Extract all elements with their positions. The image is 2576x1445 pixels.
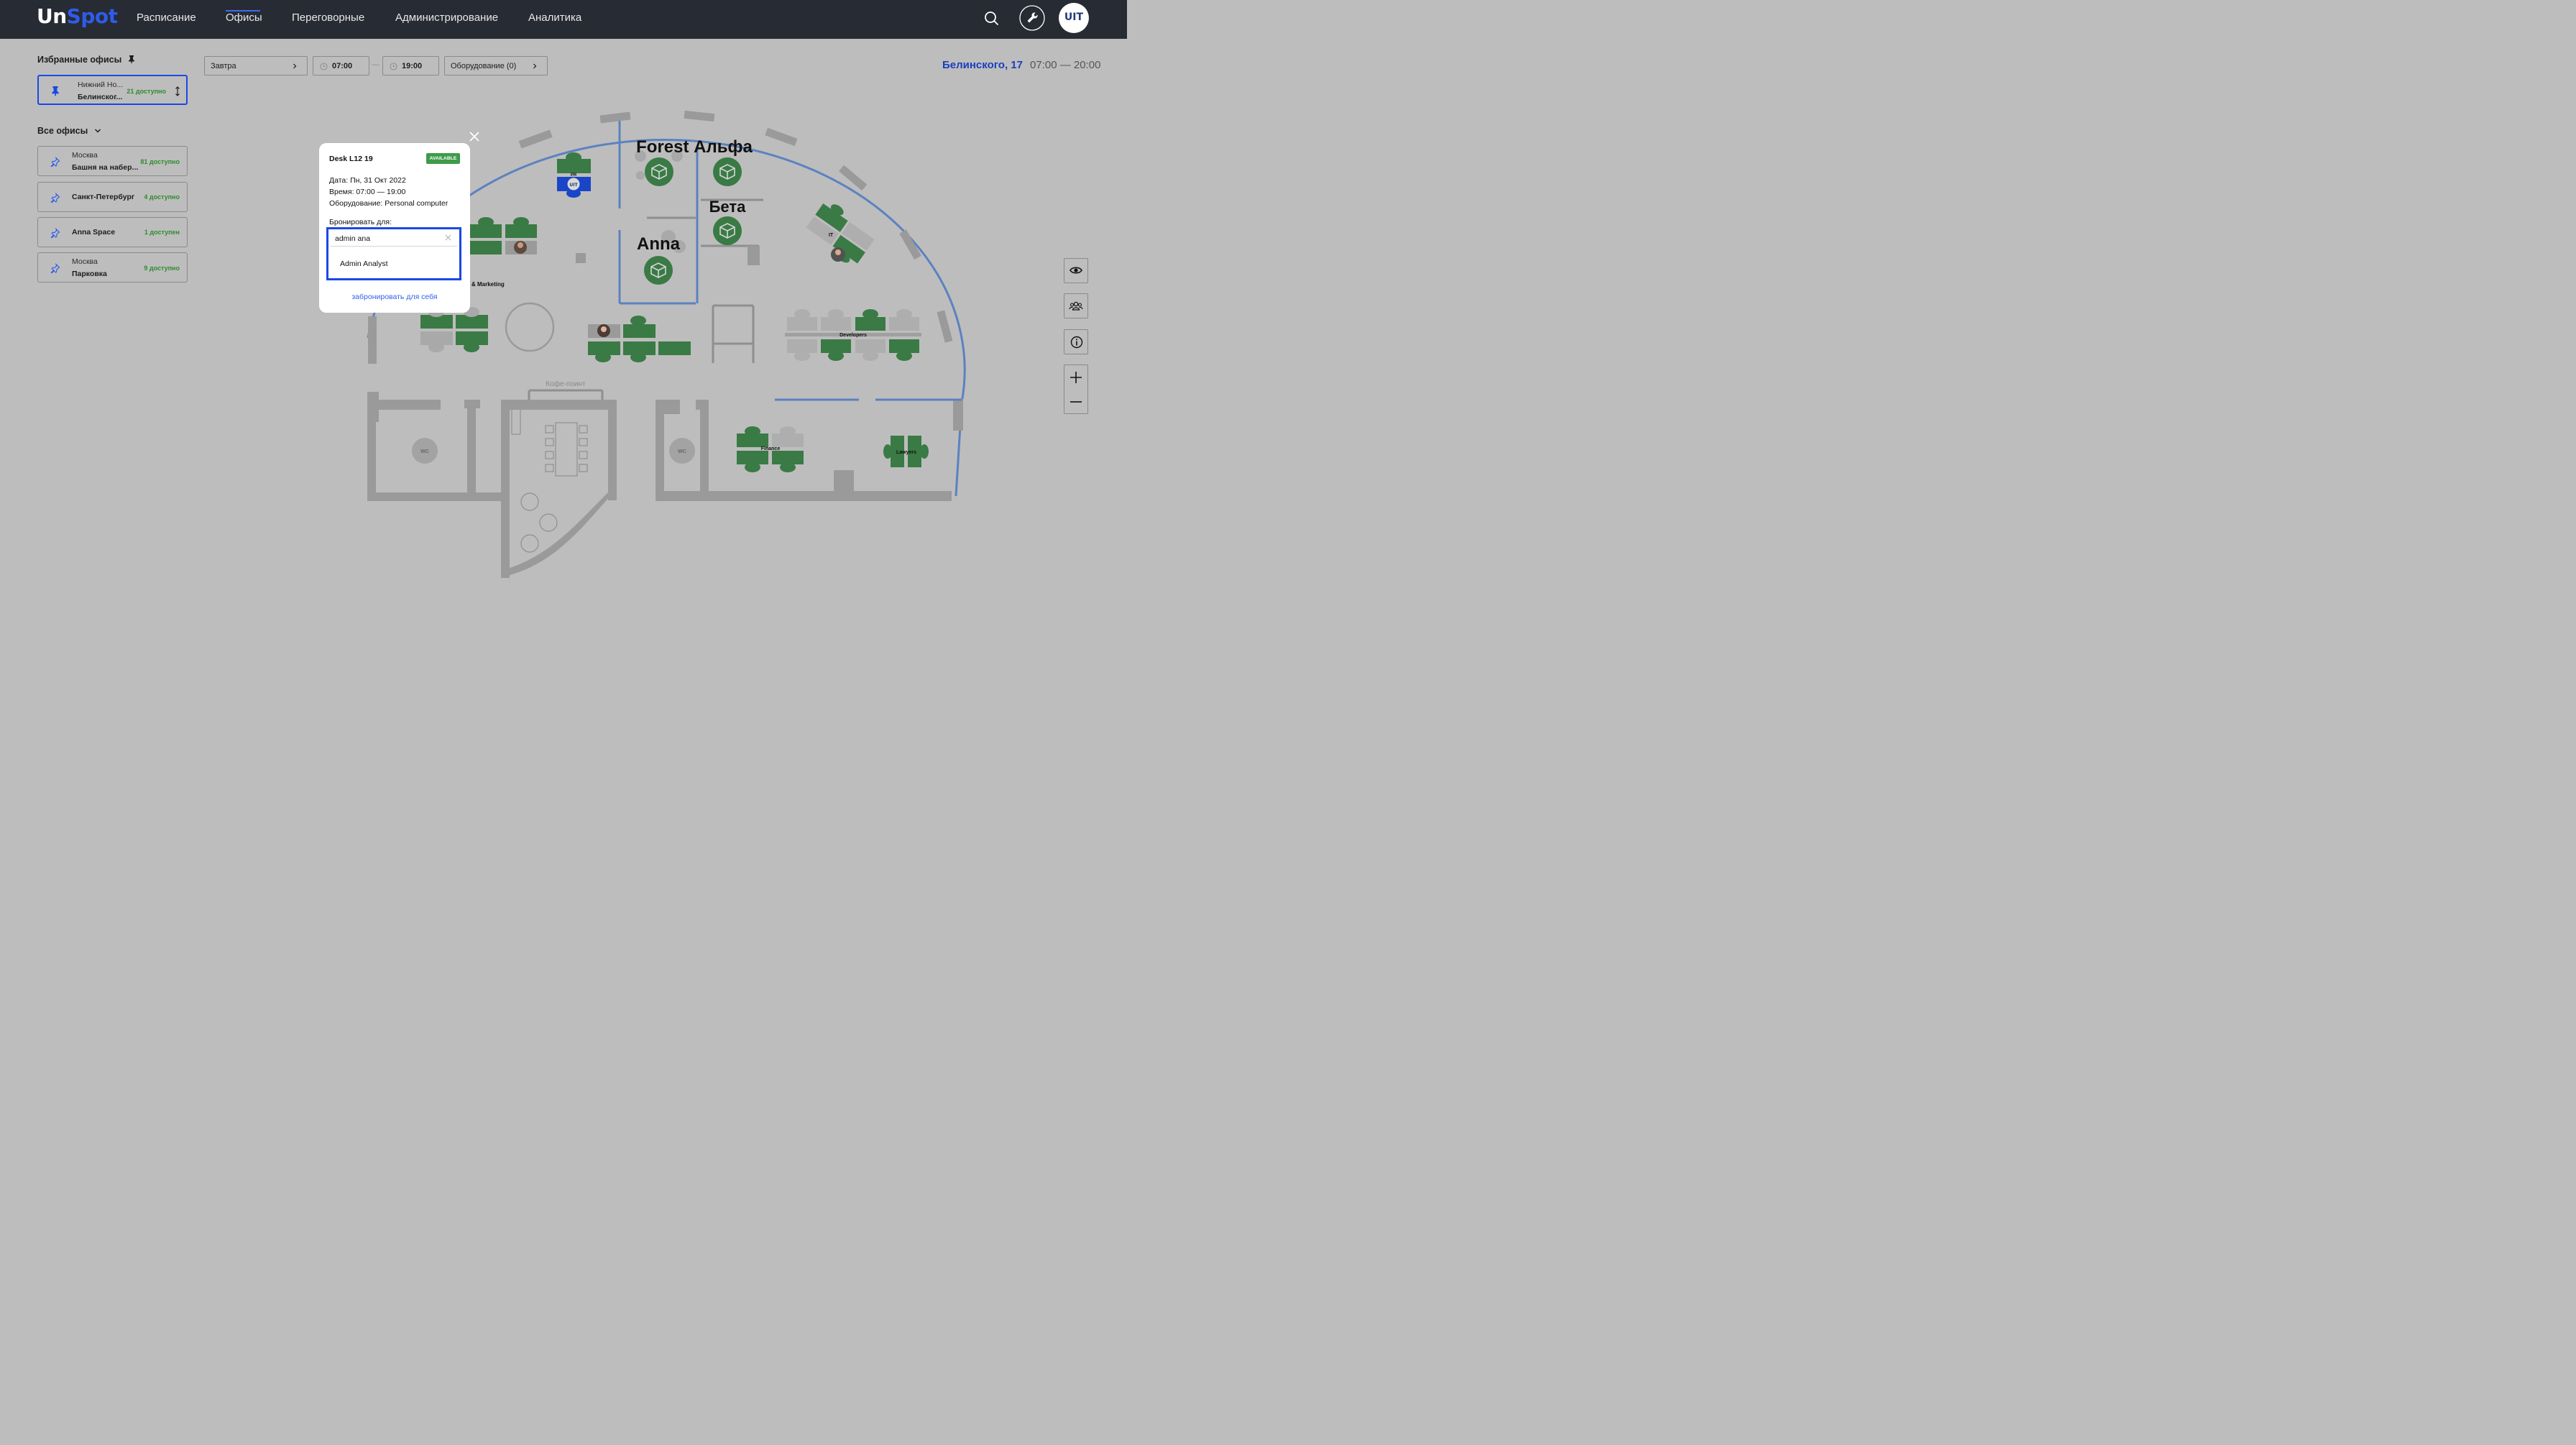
desk-title: Desk L12 19 bbox=[329, 155, 373, 163]
nav-schedule[interactable]: Расписание bbox=[137, 12, 196, 24]
info-icon bbox=[1070, 336, 1083, 349]
book-for-label: Бронировать для: bbox=[329, 218, 392, 226]
floor-plan[interactable]: Forest Альфа Бета Anna PR UIT & Marketin… bbox=[0, 39, 1127, 632]
desk-avatar-uit: UIT bbox=[569, 183, 578, 188]
status-badge: AVAILABLE bbox=[426, 153, 460, 164]
zone-label-marketing: & Marketing bbox=[472, 281, 505, 288]
chevron-right-icon bbox=[533, 63, 537, 69]
visibility-button[interactable] bbox=[1064, 258, 1088, 283]
wc-label-2: WC bbox=[678, 449, 686, 454]
time-to-value: 19:00 bbox=[402, 62, 423, 70]
location-name: Белинского, 17 bbox=[942, 59, 1023, 71]
people-icon bbox=[1069, 301, 1083, 311]
favorites-title: Избранные офисы bbox=[37, 55, 122, 65]
eye-icon bbox=[1070, 267, 1082, 274]
zone-label-coffee: Кофе-поинт bbox=[546, 380, 586, 388]
favorite-office-card[interactable]: Нижний Но... Белинског... 21 доступно bbox=[37, 75, 188, 105]
user-search-box: Admin Analyst bbox=[326, 227, 461, 280]
clock-icon bbox=[390, 63, 397, 70]
chevron-down-icon[interactable] bbox=[94, 128, 101, 134]
date-filter[interactable]: Завтра bbox=[204, 56, 308, 75]
office-availability: 4 доступно bbox=[144, 193, 180, 201]
book-for-self-link[interactable]: забронировать для себя bbox=[319, 293, 470, 301]
office-card-3[interactable]: Anna Space 1 доступен bbox=[37, 217, 188, 247]
pin-icon[interactable] bbox=[128, 55, 135, 63]
room-label-forest: Forest Альфа bbox=[636, 137, 753, 157]
zoom-in-icon[interactable] bbox=[1070, 371, 1082, 384]
clock-icon bbox=[320, 63, 328, 70]
office-name: Anna Space bbox=[72, 228, 116, 237]
pin-outline-icon[interactable] bbox=[50, 228, 60, 238]
time-from-filter[interactable]: 07:00 bbox=[313, 56, 369, 75]
logo[interactable]: UnSpot bbox=[37, 4, 118, 28]
office-card-2[interactable]: Санкт-Петербург 4 доступно bbox=[37, 182, 188, 212]
location-hours: 07:00 — 20:00 bbox=[1030, 59, 1101, 71]
pin-outline-icon[interactable] bbox=[50, 157, 60, 167]
user-search-input[interactable] bbox=[331, 231, 457, 247]
date-filter-label: Завтра bbox=[211, 62, 236, 70]
office-availability: 81 доступно bbox=[140, 158, 180, 165]
office-city: Нижний Но... bbox=[78, 81, 124, 89]
equipment-filter-label: Оборудование (0) bbox=[451, 62, 517, 70]
chevron-right-icon bbox=[293, 63, 297, 69]
nav-analytics[interactable]: Аналитика bbox=[528, 12, 581, 24]
booking-time: Время: 07:00 — 19:00 bbox=[329, 188, 406, 196]
office-name: Санкт-Петербург bbox=[72, 193, 135, 201]
office-name: Белинског... bbox=[78, 93, 123, 101]
time-from-value: 07:00 bbox=[332, 62, 353, 70]
office-availability: 9 доступно bbox=[144, 265, 180, 272]
zone-label-it: IT bbox=[829, 233, 834, 238]
sort-arrows-icon[interactable] bbox=[175, 86, 180, 96]
time-to-filter[interactable]: 19:00 bbox=[382, 56, 439, 75]
pin-outline-icon[interactable] bbox=[50, 263, 60, 273]
suggestion-item[interactable]: Admin Analyst bbox=[340, 260, 388, 268]
nav-administration[interactable]: Администрирование bbox=[395, 12, 498, 24]
pin-outline-icon[interactable] bbox=[50, 193, 60, 203]
nav-offices[interactable]: Офисы bbox=[226, 12, 262, 24]
info-button[interactable] bbox=[1064, 329, 1088, 354]
room-label-beta: Бета bbox=[709, 198, 747, 216]
office-card-1[interactable]: Москва Башня на набер... 81 доступно bbox=[37, 146, 188, 176]
avatar-label: UIT bbox=[1064, 12, 1084, 23]
close-icon[interactable] bbox=[467, 129, 482, 144]
office-name: Парковка bbox=[72, 270, 107, 278]
zone-label-finance: Finance bbox=[761, 446, 781, 451]
all-offices-title[interactable]: Все офисы bbox=[37, 126, 88, 136]
zone-label-developers: Developers bbox=[840, 333, 867, 338]
people-button[interactable] bbox=[1064, 293, 1088, 318]
nav-meeting-rooms[interactable]: Переговорные bbox=[292, 12, 364, 24]
wc-label-1: WC bbox=[420, 449, 429, 454]
booking-date: Дата: Пн, 31 Окт 2022 bbox=[329, 176, 406, 185]
equipment-filter[interactable]: Оборудование (0) bbox=[444, 56, 548, 75]
search-icon[interactable] bbox=[978, 5, 1004, 31]
top-bar: UnSpot Расписание Офисы Переговорные Адм… bbox=[0, 0, 1127, 39]
office-availability: 21 доступно bbox=[126, 88, 166, 95]
office-city: Москва bbox=[72, 151, 98, 160]
zone-label-lawyers: Lawyers bbox=[896, 450, 916, 455]
nav-active-indicator bbox=[226, 10, 260, 12]
wrench-icon[interactable] bbox=[1019, 5, 1045, 31]
clear-icon[interactable] bbox=[445, 234, 451, 241]
zone-label-pr: PR bbox=[571, 173, 577, 178]
office-city: Москва bbox=[72, 257, 98, 266]
zoom-out-icon[interactable] bbox=[1070, 395, 1082, 408]
booking-equipment: Оборудование: Personal computer bbox=[329, 199, 448, 208]
pin-filled-icon[interactable] bbox=[51, 85, 60, 96]
avatar[interactable]: UIT bbox=[1059, 3, 1089, 33]
room-label-anna: Anna bbox=[637, 234, 681, 254]
office-availability: 1 доступен bbox=[144, 229, 180, 236]
time-separator: — bbox=[372, 60, 380, 69]
zoom-controls bbox=[1064, 364, 1088, 414]
office-name: Башня на набер... bbox=[72, 163, 139, 172]
office-card-4[interactable]: Москва Парковка 9 доступно bbox=[37, 252, 188, 283]
